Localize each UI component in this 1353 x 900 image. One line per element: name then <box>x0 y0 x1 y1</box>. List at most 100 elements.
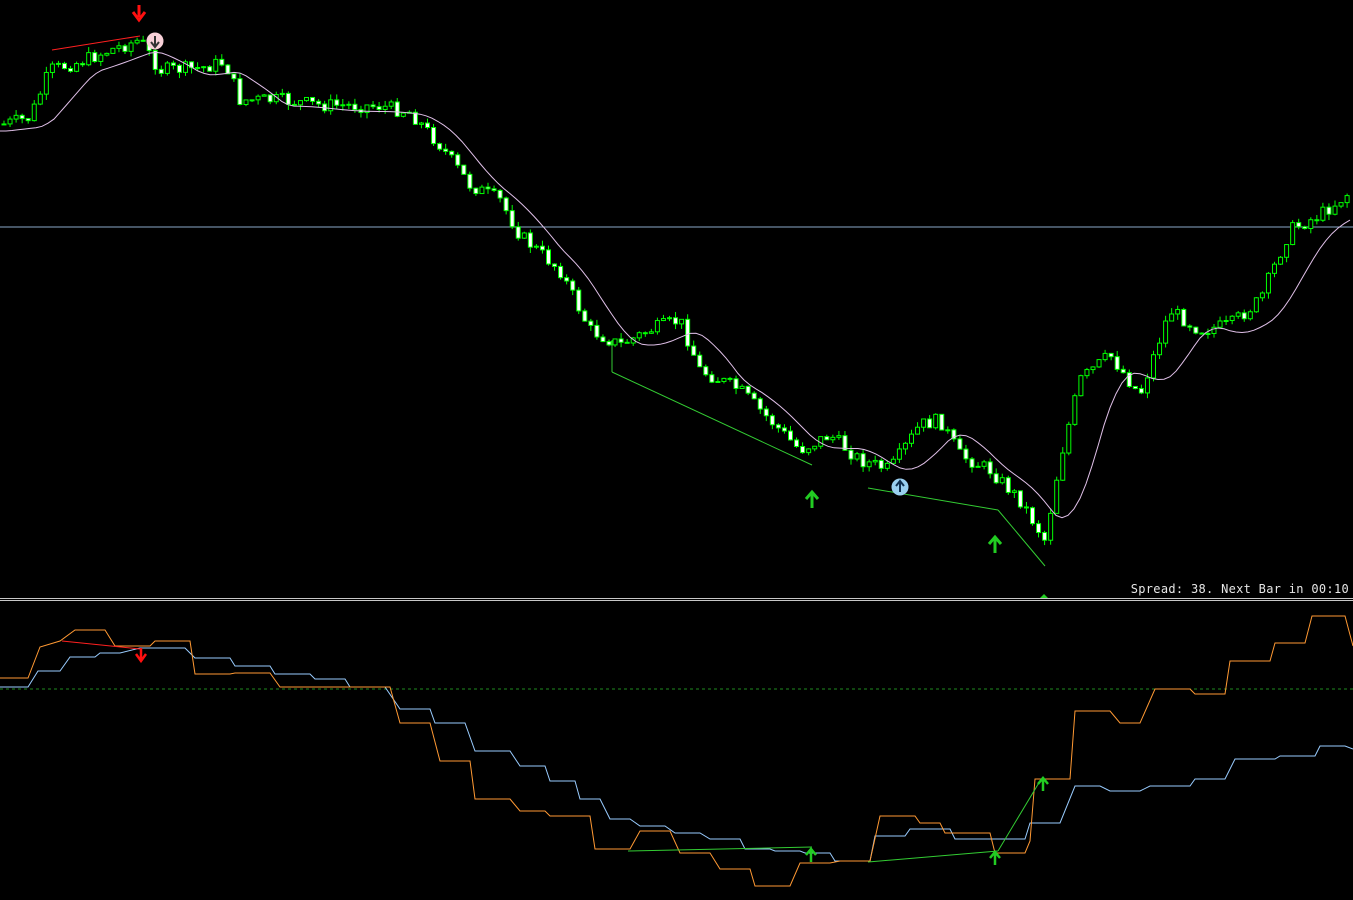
candle[interactable] <box>957 438 963 450</box>
candle[interactable] <box>1096 359 1102 368</box>
candle[interactable] <box>1308 219 1314 230</box>
candle[interactable] <box>1199 332 1205 335</box>
candle[interactable] <box>449 150 455 156</box>
candle[interactable] <box>207 66 213 72</box>
candle[interactable] <box>1217 320 1223 328</box>
candle[interactable] <box>1 123 7 126</box>
candle[interactable] <box>667 317 672 320</box>
candle[interactable] <box>164 62 170 74</box>
candle[interactable] <box>261 94 267 97</box>
candle[interactable] <box>1138 388 1144 394</box>
candle[interactable] <box>503 197 509 212</box>
candle[interactable] <box>152 50 158 70</box>
candle[interactable] <box>400 112 406 117</box>
candle[interactable] <box>68 68 74 72</box>
candle[interactable] <box>1120 368 1126 374</box>
candle[interactable] <box>418 122 424 125</box>
candle[interactable] <box>86 52 92 66</box>
candle[interactable] <box>1163 320 1169 344</box>
candle[interactable] <box>19 114 25 120</box>
candle[interactable] <box>249 99 255 102</box>
candle[interactable] <box>660 318 666 322</box>
candle[interactable] <box>80 63 86 66</box>
candle[interactable] <box>1193 326 1199 334</box>
candle[interactable] <box>648 331 654 334</box>
candle[interactable] <box>1023 506 1029 509</box>
indicator-chart[interactable] <box>0 601 1353 900</box>
candle[interactable] <box>673 317 679 325</box>
candle[interactable] <box>751 392 757 400</box>
candle[interactable] <box>1054 479 1060 514</box>
candle[interactable] <box>62 62 67 70</box>
candle[interactable] <box>1072 395 1078 425</box>
candle[interactable] <box>860 453 866 468</box>
candle[interactable] <box>98 54 104 62</box>
candle[interactable] <box>570 280 576 291</box>
candle[interactable] <box>721 377 727 382</box>
candle[interactable] <box>1084 369 1090 377</box>
candle[interactable] <box>975 465 981 468</box>
candle[interactable] <box>267 94 273 103</box>
candle[interactable] <box>1108 352 1114 358</box>
candle[interactable] <box>509 210 515 228</box>
candle[interactable] <box>697 354 703 368</box>
candle[interactable] <box>1144 377 1150 394</box>
candle[interactable] <box>606 341 612 346</box>
candle[interactable] <box>1332 205 1338 215</box>
candle[interactable] <box>624 341 630 344</box>
candle[interactable] <box>594 324 600 338</box>
candle[interactable] <box>92 52 98 62</box>
candle[interactable] <box>128 42 134 52</box>
candle[interactable] <box>709 374 715 383</box>
candle[interactable] <box>485 186 491 190</box>
candle[interactable] <box>382 105 388 110</box>
candle[interactable] <box>394 101 400 117</box>
candle[interactable] <box>334 99 340 106</box>
candle[interactable] <box>1338 202 1344 207</box>
candle[interactable] <box>201 66 207 69</box>
candle[interactable] <box>1114 356 1120 370</box>
candle[interactable] <box>654 320 660 333</box>
candle[interactable] <box>558 265 564 279</box>
candle[interactable] <box>176 64 182 73</box>
candle[interactable] <box>1296 222 1302 228</box>
candle[interactable] <box>854 453 860 460</box>
candle[interactable] <box>1030 507 1035 525</box>
candle[interactable] <box>703 366 709 376</box>
candle[interactable] <box>769 415 775 426</box>
candle[interactable] <box>1302 226 1308 230</box>
candle[interactable] <box>1042 532 1048 541</box>
candle[interactable] <box>279 92 285 96</box>
candle[interactable] <box>987 461 993 475</box>
candle[interactable] <box>733 378 739 389</box>
candle[interactable] <box>612 338 618 346</box>
candle[interactable] <box>219 58 225 66</box>
candle[interactable] <box>539 245 545 251</box>
candle[interactable] <box>310 96 316 102</box>
candle[interactable] <box>297 100 303 106</box>
candle[interactable] <box>794 439 800 447</box>
candle[interactable] <box>739 385 745 389</box>
candle[interactable] <box>479 186 485 195</box>
candle[interactable] <box>1102 352 1108 361</box>
candle[interactable] <box>134 39 140 44</box>
candle[interactable] <box>576 289 582 312</box>
candle[interactable] <box>679 318 685 325</box>
candle[interactable] <box>110 47 116 54</box>
candle[interactable] <box>636 332 642 339</box>
candle[interactable] <box>425 122 430 129</box>
candle[interactable] <box>836 435 842 438</box>
candle[interactable] <box>1265 272 1271 294</box>
candle[interactable] <box>1060 452 1066 481</box>
candle[interactable] <box>370 104 376 108</box>
candle[interactable] <box>1344 195 1350 204</box>
candle[interactable] <box>939 413 945 431</box>
candle[interactable] <box>546 249 551 265</box>
candle[interactable] <box>993 473 999 484</box>
candle[interactable] <box>352 103 358 111</box>
circle-signal-icon-2[interactable] <box>891 478 909 496</box>
candle[interactable] <box>848 449 854 460</box>
candle[interactable] <box>455 154 461 166</box>
candle[interactable] <box>884 462 890 469</box>
candle[interactable] <box>140 39 146 42</box>
